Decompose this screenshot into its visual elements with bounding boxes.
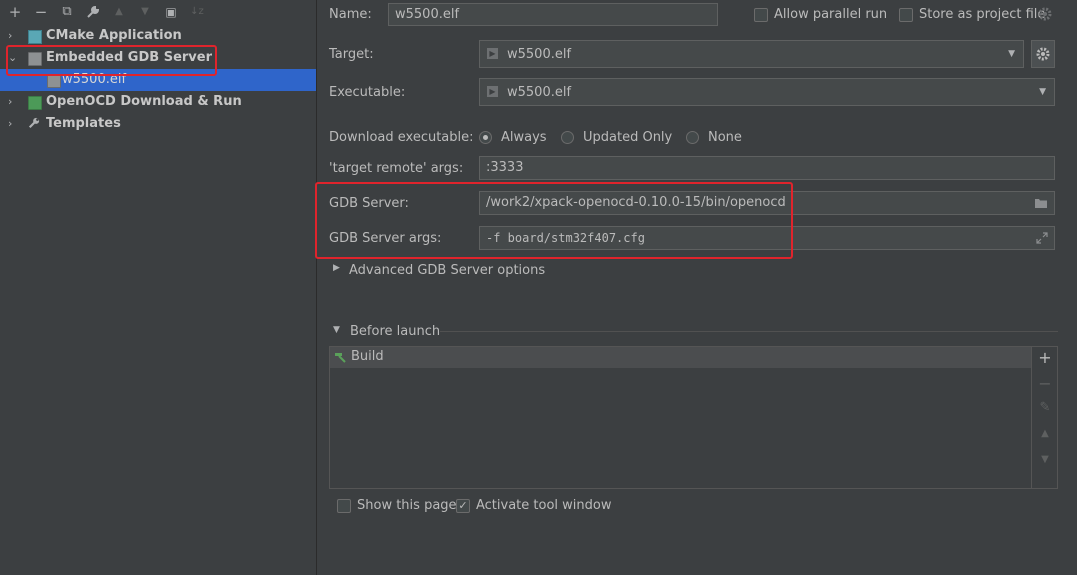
download-executable-label: Download executable: [329,130,474,145]
advanced-gdb-options-toggle[interactable]: ▶ Advanced GDB Server options [333,263,553,279]
chevron-right-icon[interactable]: › [8,25,20,47]
list-item[interactable]: Build [330,347,1032,368]
folder-icon[interactable] [1034,197,1048,209]
allow-parallel-checkbox[interactable] [754,8,768,22]
target-remote-label: 'target remote' args: [329,161,464,176]
cmake-icon [28,30,42,44]
before-launch-divider [440,331,1058,332]
download-updated-only-radio[interactable] [561,131,574,144]
chip-icon [47,74,61,88]
store-project-checkbox[interactable] [899,8,913,22]
tree-item-openocd-download-run[interactable]: › OpenOCD Download & Run [0,91,316,113]
download-option-label: Always [501,130,547,145]
run-config-tree-panel: + − ⧉ ▲ ▼ ▣ ↓z › CMake Application ⌄ Emb… [0,0,317,575]
annotation-highlight-box [315,182,793,259]
remove-config-button[interactable]: − [32,3,50,21]
expand-icon[interactable] [1036,232,1048,244]
before-launch-toggle[interactable]: ▼ Before launch [333,324,443,340]
executable-icon: ▶ [487,86,498,97]
chevron-down-icon: ▼ [1039,87,1046,97]
add-config-button[interactable]: + [6,3,24,21]
new-folder-button[interactable]: ▣ [162,3,180,21]
tree-item-label: Templates [46,116,121,131]
gear-icon[interactable] [1038,7,1052,21]
store-project-label: Store as project file [919,7,1046,22]
edit-defaults-button[interactable] [84,3,102,21]
target-settings-button[interactable] [1031,40,1055,68]
chevron-down-icon: ▼ [1008,49,1015,59]
executable-label: Executable: [329,85,406,100]
before-launch-actions [1031,347,1057,488]
tree-item-cmake-application[interactable]: › CMake Application [0,25,316,47]
target-select[interactable]: ▶ w5500.elf ▼ [479,40,1024,68]
tree-item-templates[interactable]: › Templates [0,113,316,135]
add-task-button[interactable]: + [1036,348,1054,367]
show-page-checkbox[interactable] [337,499,351,513]
download-always-radio[interactable] [479,131,492,144]
name-field[interactable]: w5500.elf [388,3,718,26]
hammer-icon [335,353,346,363]
target-remote-field[interactable]: :3333 [479,156,1055,180]
activate-tool-checkbox[interactable]: ✓ [456,499,470,513]
wrench-icon [87,5,100,18]
target-select-value: w5500.elf [507,47,572,62]
remove-task-button[interactable]: − [1036,374,1054,393]
advanced-gdb-options-label: Advanced GDB Server options [349,263,546,278]
sort-button[interactable]: ↓z [188,3,206,21]
executable-select-value: w5500.elf [507,85,572,100]
target-label: Target: [329,47,374,62]
move-down-button[interactable]: ▼ [136,3,154,21]
copy-config-button[interactable]: ⧉ [58,3,76,21]
before-launch-list: Build [329,346,1058,489]
tree-item-label: CMake Application [46,28,182,43]
chevron-right-icon[interactable]: › [8,91,20,113]
show-page-label: Show this page [357,498,457,513]
executable-icon: ▶ [487,48,498,59]
list-item-label: Build [351,349,384,364]
annotation-highlight-box [6,45,217,76]
gear-icon [1036,47,1050,61]
name-label: Name: [329,7,372,22]
allow-parallel-label: Allow parallel run [774,7,888,22]
chevron-down-icon: ▼ [333,325,340,335]
chevron-right-icon: ▶ [333,263,340,273]
move-up-button[interactable]: ▲ [110,3,128,21]
activate-tool-label: Activate tool window [476,498,612,513]
move-up-icon[interactable]: ▲ [1036,428,1054,439]
before-launch-label: Before launch [350,324,441,339]
move-down-icon[interactable]: ▼ [1036,454,1054,465]
tree-item-label: OpenOCD Download & Run [46,94,242,109]
download-none-radio[interactable] [686,131,699,144]
executable-select[interactable]: ▶ w5500.elf ▼ [479,78,1055,106]
download-option-label: Updated Only [583,130,673,145]
chevron-right-icon[interactable]: › [8,113,20,135]
chip-green-icon [28,96,42,110]
pencil-icon[interactable]: ✎ [1036,400,1054,415]
wrench-icon [28,117,40,129]
download-option-label: None [708,130,742,145]
